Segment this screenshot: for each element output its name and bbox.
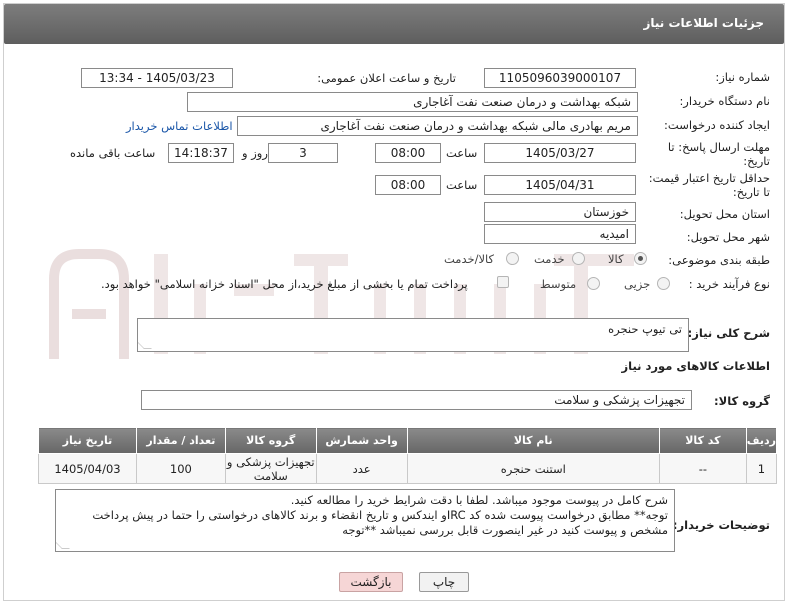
resize-handle-icon[interactable]: [138, 341, 152, 349]
reply-time-field: 08:00: [375, 143, 441, 163]
creator-field: مریم بهادری مالی شبکه بهداشت و درمان صنع…: [237, 116, 638, 136]
summary-field: تی تیوپ حنجره: [137, 318, 689, 352]
remaining-time-field: 14:18:37: [168, 143, 234, 163]
treasury-payment-checkbox[interactable]: [497, 276, 509, 288]
reply-date-field: 1405/03/27: [484, 143, 636, 163]
resize-handle-icon[interactable]: [56, 541, 70, 549]
buyer-notes-line-3: مشخص و پیوست کنید در غیر اینصورت قابل بر…: [342, 523, 668, 537]
cell-need-date: 1405/04/03: [38, 453, 137, 484]
province-field: خوزستان: [484, 202, 636, 222]
table-row: 1 -- استنت حنجره عدد تجهیزات پزشکی و سلا…: [38, 453, 778, 484]
col-code: کد کالا: [658, 427, 747, 454]
category-radio-service[interactable]: [572, 252, 585, 265]
reply-deadline-label-2: تاریخ:: [743, 154, 770, 168]
validity-label: حداقل تاریخ اعتبار قیمت:: [648, 171, 770, 185]
need-details-panel: جزئیات اطلاعات نیاز شماره نیاز: 11050960…: [3, 3, 785, 601]
col-row: ردیف: [745, 427, 778, 454]
creator-label: ایجاد کننده درخواست:: [664, 118, 770, 132]
category-option-service: خدمت: [534, 252, 565, 266]
announce-date-field: 1405/03/23 - 13:34: [81, 68, 233, 88]
category-label: طبقه بندی موضوعی:: [668, 253, 770, 267]
cell-name: استنت حنجره: [406, 453, 660, 484]
need-number-field: 1105096039000107: [484, 68, 636, 88]
page-header: جزئیات اطلاعات نیاز: [4, 4, 784, 44]
page-title: جزئیات اطلاعات نیاز: [643, 16, 764, 30]
back-button[interactable]: بازگشت: [339, 572, 403, 592]
process-radio-minor[interactable]: [657, 277, 670, 290]
col-group: گروه کالا: [224, 427, 317, 454]
goods-group-field: تجهیزات پزشکی و سلامت: [141, 390, 692, 410]
process-option-medium: متوسط: [540, 277, 577, 291]
goods-info-heading: اطلاعات کالاهای مورد نیاز: [621, 359, 770, 373]
validity-label-2: تا تاریخ:: [732, 185, 770, 199]
summary-label: شرح کلی نیاز:: [687, 326, 770, 340]
category-radio-goods[interactable]: [634, 252, 647, 265]
buyer-notes-label: توضیحات خریدار:: [672, 518, 770, 532]
process-type-label: نوع فرآیند خرید :: [688, 277, 770, 291]
process-option-minor: جزیی: [624, 277, 651, 291]
col-quantity: تعداد / مقدار: [135, 427, 226, 454]
summary-text: تی تیوپ حنجره: [608, 322, 682, 336]
buyer-notes-line-2: توجه** مطابق درخواست پیوست شده کد IRCو ا…: [92, 508, 668, 522]
col-name: نام کالا: [406, 427, 660, 454]
items-table: ردیف کد کالا نام کالا واحد شمارش گروه کا…: [38, 427, 778, 484]
cell-group: تجهیزات پزشکی و سلامت: [224, 453, 317, 484]
need-number-label: شماره نیاز:: [715, 70, 770, 84]
validity-time-label: ساعت: [446, 178, 478, 192]
col-unit: واحد شمارش: [315, 427, 408, 454]
category-option-goods-service: کالا/خدمت: [444, 252, 495, 266]
remaining-time-label: ساعت باقی مانده: [70, 146, 156, 160]
validity-time-field: 08:00: [375, 175, 441, 195]
buyer-notes-field: شرح کامل در پیوست موجود میباشد. لطفا با …: [55, 489, 675, 552]
category-option-goods: کالا: [608, 252, 624, 266]
cell-row: 1: [745, 453, 778, 484]
buyer-org-label: نام دستگاه خریدار:: [679, 94, 770, 108]
cell-code: --: [658, 453, 747, 484]
buyer-org-field: شبکه بهداشت و درمان صنعت نفت آغاجاری: [187, 92, 638, 112]
reply-time-label: ساعت: [446, 146, 478, 160]
province-label: استان محل تحویل:: [679, 207, 770, 221]
treasury-payment-note: پرداخت تمام یا بخشی از مبلغ خرید،از محل …: [101, 277, 468, 291]
city-field: امیدیه: [484, 224, 636, 244]
cell-quantity: 100: [135, 453, 226, 484]
buyer-notes-line-1: شرح کامل در پیوست موجود میباشد. لطفا با …: [290, 493, 668, 507]
goods-group-label: گروه کالا:: [714, 394, 770, 408]
validity-date-field: 1405/04/31: [484, 175, 636, 195]
city-label: شهر محل تحویل:: [686, 230, 770, 244]
category-radio-goods-service[interactable]: [506, 252, 519, 265]
cell-unit: عدد: [315, 453, 408, 484]
process-radio-medium[interactable]: [587, 277, 600, 290]
days-label: روز و: [242, 146, 268, 160]
buyer-contact-link[interactable]: اطلاعات تماس خریدار: [126, 119, 233, 133]
reply-deadline-label: مهلت ارسال پاسخ: تا: [667, 140, 770, 154]
announce-date-label: تاریخ و ساعت اعلان عمومی:: [317, 71, 456, 85]
col-need-date: تاریخ نیاز: [38, 427, 137, 454]
items-table-header: ردیف کد کالا نام کالا واحد شمارش گروه کا…: [38, 427, 778, 454]
days-remaining-field: 3: [268, 143, 338, 163]
print-button[interactable]: چاپ: [419, 572, 469, 592]
